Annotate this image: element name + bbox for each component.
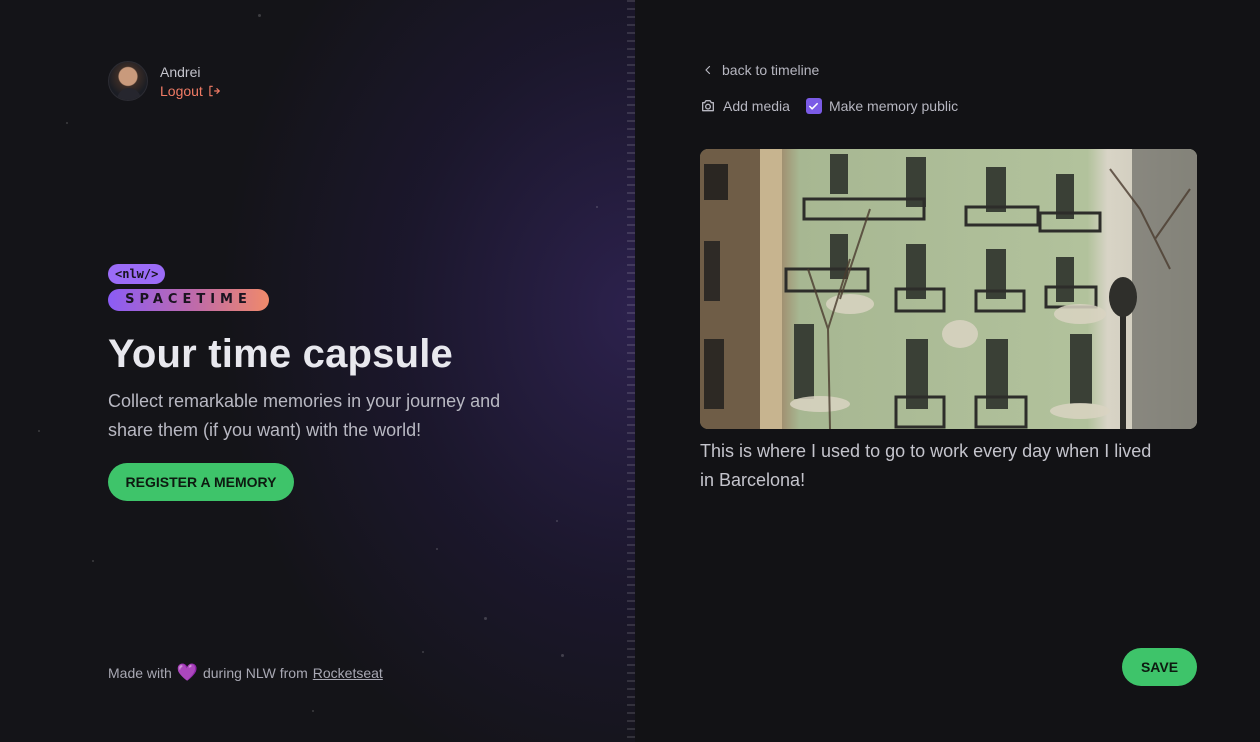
nlw-badge: <nlw/>: [108, 264, 166, 284]
camera-icon: [702, 100, 714, 112]
rocketseat-link[interactable]: Rocketseat: [313, 665, 383, 681]
avatar[interactable]: [108, 61, 148, 101]
left-panel: Andrei Logout <nlw/> SPACETIME Your time…: [0, 0, 635, 742]
public-label: Make memory public: [828, 98, 959, 114]
register-memory-button[interactable]: REGISTER A MEMORY: [108, 463, 294, 501]
spacetime-logo: <nlw/> SPACETIME: [108, 264, 269, 311]
add-media-label: Add media: [723, 98, 790, 114]
purple-heart-icon: 💜: [176, 663, 198, 682]
user-name: Andrei: [160, 63, 201, 80]
make-public-toggle[interactable]: Make memory public: [805, 98, 959, 114]
stripe-edge: [627, 0, 635, 742]
memory-image[interactable]: [700, 149, 1197, 429]
save-button[interactable]: SAVE: [1122, 648, 1197, 686]
hero-title: Your time capsule: [108, 332, 453, 376]
spacetime-badge: SPACETIME: [108, 289, 269, 311]
memory-caption-field[interactable]: This is where I used to go to work every…: [700, 437, 1170, 495]
footer-middle: during NLW from: [202, 664, 308, 681]
editor-toolbar: Add media Make memory public: [700, 98, 958, 114]
building-photo: [700, 149, 1197, 429]
check-icon: [809, 102, 819, 110]
hero-description: Collect remarkable memories in your jour…: [108, 391, 501, 440]
chevron-left-icon: [705, 65, 711, 75]
logout-link[interactable]: Logout: [160, 83, 221, 99]
footer-credit: Made with 💜 during NLW from Rocketseat: [108, 664, 383, 681]
back-to-timeline-link[interactable]: back to timeline: [702, 62, 819, 78]
back-label: back to timeline: [722, 62, 820, 78]
footer-prefix: Made with: [108, 664, 172, 681]
user-profile: Andrei Logout: [108, 61, 221, 101]
logout-icon: [209, 85, 220, 96]
app-page: Andrei Logout <nlw/> SPACETIME Your time…: [0, 0, 1260, 742]
add-media-button[interactable]: Add media: [700, 98, 790, 114]
user-meta: Andrei Logout: [160, 64, 221, 99]
logout-label: Logout: [160, 82, 203, 99]
public-checkbox[interactable]: [805, 98, 822, 114]
memory-editor: back to timeline Add media Make memory p…: [635, 0, 1260, 742]
